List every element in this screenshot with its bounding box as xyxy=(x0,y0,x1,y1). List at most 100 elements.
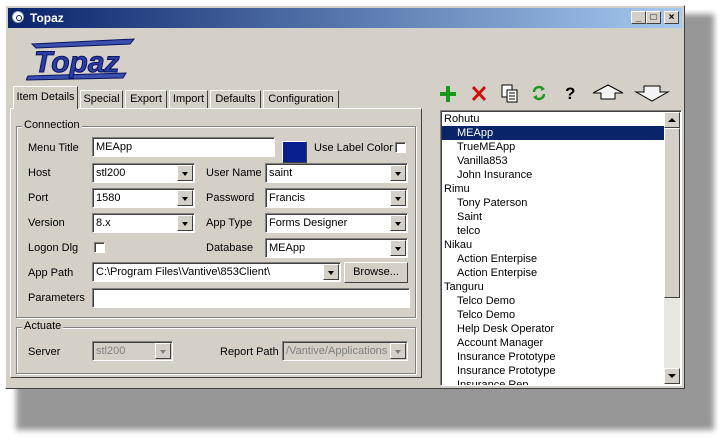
app-icon[interactable] xyxy=(12,11,24,23)
chevron-down-icon[interactable] xyxy=(177,215,193,231)
version-label: Version xyxy=(28,217,65,229)
tree-item[interactable]: Saint xyxy=(442,210,664,224)
password-value: Francis xyxy=(269,192,306,204)
port-label: Port xyxy=(28,192,49,204)
port-select[interactable]: 1580 xyxy=(92,188,195,208)
window-title: Topaz xyxy=(30,11,64,25)
chevron-down-icon[interactable] xyxy=(390,343,406,359)
chevron-down-icon[interactable] xyxy=(177,190,193,206)
browse-button[interactable]: Browse... xyxy=(344,262,408,283)
app-path-label: App Path xyxy=(28,267,74,279)
tree-item[interactable]: Action Enterpise xyxy=(442,266,664,280)
tree-item[interactable]: Insurance Prototype xyxy=(442,364,664,378)
tab-defaults[interactable]: Defaults xyxy=(210,90,261,108)
server-select[interactable]: stl200 xyxy=(92,341,173,361)
label-color-swatch[interactable] xyxy=(282,141,307,163)
delete-icon[interactable] xyxy=(471,82,487,104)
tab-configuration[interactable]: Configuration xyxy=(263,90,339,108)
chevron-down-icon[interactable] xyxy=(390,215,406,231)
help-icon[interactable]: ? xyxy=(563,82,577,104)
report-path-select[interactable]: /Vantive/Applications xyxy=(282,341,408,361)
tree-item[interactable]: Help Desk Operator xyxy=(442,322,664,336)
maximize-button[interactable]: □ xyxy=(646,11,661,24)
title-bar[interactable]: Topaz _ □ × xyxy=(8,8,682,28)
add-icon[interactable] xyxy=(439,82,457,104)
chevron-down-icon[interactable] xyxy=(177,165,193,181)
tree-item[interactable]: telco xyxy=(442,224,664,238)
svg-text:?: ? xyxy=(565,84,575,103)
logon-dlg-label: Logon Dlg xyxy=(28,242,79,254)
tree-items: Rohutu MEApp TrueMEApp Vanilla853 John Insur… xyxy=(442,112,664,385)
scroll-down-icon xyxy=(668,374,676,378)
app-type-label: App Type xyxy=(206,217,253,229)
minimize-button[interactable]: _ xyxy=(631,11,646,24)
password-select[interactable]: Francis xyxy=(265,188,408,208)
scroll-down-button[interactable] xyxy=(664,368,680,384)
host-value: stl200 xyxy=(96,167,126,179)
user-name-select[interactable]: saint xyxy=(265,163,408,183)
tree-item[interactable]: John Insurance xyxy=(442,168,664,182)
copy-icon[interactable] xyxy=(500,82,520,104)
app-type-select[interactable]: Forms Designer xyxy=(265,213,408,233)
version-select[interactable]: 8.x xyxy=(92,213,195,233)
chevron-down-icon[interactable] xyxy=(390,240,406,256)
user-name-value: saint xyxy=(269,167,293,179)
database-value: MEApp xyxy=(269,242,306,254)
tab-special[interactable]: Special xyxy=(80,90,123,108)
app-path-select[interactable]: C:\Program Files\Vantive\853Client\ xyxy=(92,262,341,282)
user-name-label: User Name xyxy=(206,167,262,179)
parameters-input[interactable] xyxy=(92,288,410,308)
chevron-down-icon[interactable] xyxy=(155,343,171,359)
logo-text: Topaz xyxy=(34,46,120,79)
host-label: Host xyxy=(28,167,51,179)
tab-export[interactable]: Export xyxy=(125,90,167,108)
parameters-label: Parameters xyxy=(28,292,85,304)
move-up-icon[interactable] xyxy=(591,82,625,104)
tree-group[interactable]: Rohutu xyxy=(442,112,664,126)
scroll-up-button[interactable] xyxy=(664,112,680,128)
tree-item[interactable]: Telco Demo xyxy=(442,294,664,308)
topaz-logo: Topaz xyxy=(26,38,136,81)
tree-item[interactable]: Insurance Prototype xyxy=(442,350,664,364)
tab-import[interactable]: Import xyxy=(169,90,208,108)
tree-item[interactable]: Insurance Rep xyxy=(442,378,664,385)
menu-title-label: Menu Title xyxy=(28,142,79,154)
item-tree-list[interactable]: Rohutu MEApp TrueMEApp Vanilla853 John Insur… xyxy=(440,110,682,386)
port-value: 1580 xyxy=(96,192,121,204)
version-value: 8.x xyxy=(96,217,111,229)
password-label: Password xyxy=(206,192,255,204)
tab-item-details[interactable]: Item Details xyxy=(13,86,78,109)
tree-item[interactable]: TrueMEApp xyxy=(442,140,664,154)
move-down-icon[interactable] xyxy=(634,82,670,104)
vertical-scrollbar[interactable] xyxy=(664,112,680,384)
server-value: stl200 xyxy=(96,345,126,357)
tree-item[interactable]: Vanilla853 xyxy=(442,154,664,168)
tree-item[interactable]: Tony Paterson xyxy=(442,196,664,210)
scroll-thumb[interactable] xyxy=(664,128,680,298)
connection-legend: Connection xyxy=(22,119,82,131)
refresh-icon[interactable] xyxy=(530,82,548,104)
chevron-down-icon[interactable] xyxy=(390,165,406,181)
server-label: Server xyxy=(28,346,61,358)
tree-group[interactable]: Rimu xyxy=(442,182,664,196)
tree-group[interactable]: Nikau xyxy=(442,238,664,252)
logon-dlg-checkbox[interactable] xyxy=(94,242,105,253)
chevron-down-icon[interactable] xyxy=(323,264,339,280)
tree-item[interactable]: MEApp xyxy=(442,126,664,140)
main-window: Topaz _ □ × Topaz ? Item Details Special… xyxy=(5,5,685,389)
database-select[interactable]: MEApp xyxy=(265,238,408,258)
chevron-down-icon[interactable] xyxy=(390,190,406,206)
close-button[interactable]: × xyxy=(664,11,679,24)
tree-item[interactable]: Telco Demo xyxy=(442,308,664,322)
report-path-value: /Vantive/Applications xyxy=(286,345,388,357)
tree-group[interactable]: Tanguru xyxy=(442,280,664,294)
scroll-up-icon xyxy=(668,118,676,122)
use-label-color-checkbox[interactable] xyxy=(395,142,406,153)
actuate-legend: Actuate xyxy=(22,320,64,332)
host-select[interactable]: stl200 xyxy=(92,163,195,183)
app-path-value: C:\Program Files\Vantive\853Client\ xyxy=(96,266,271,278)
menu-title-input[interactable]: MEApp xyxy=(92,137,275,157)
tree-item[interactable]: Account Manager xyxy=(442,336,664,350)
app-type-value: Forms Designer xyxy=(269,217,348,229)
tree-item[interactable]: Action Enterpise xyxy=(442,252,664,266)
